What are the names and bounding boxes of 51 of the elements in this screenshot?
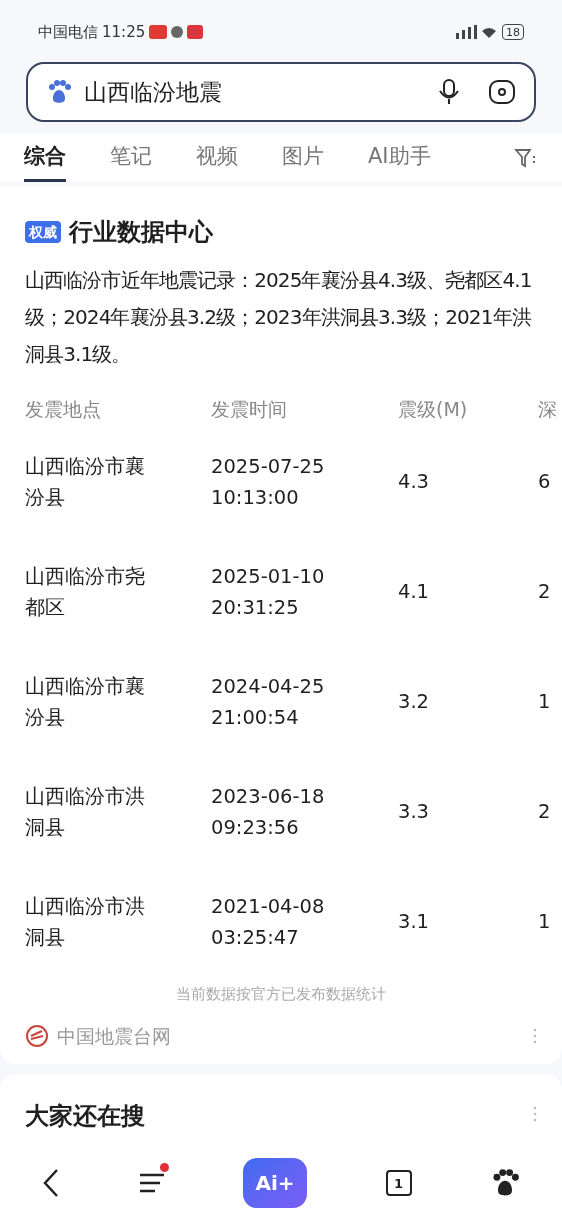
tab[interactable]: 综合	[24, 134, 66, 182]
table-cell-text: 3.2	[398, 689, 430, 716]
table-cell-text: 2023-06-18 09:23:56	[211, 784, 326, 841]
table-cell-text: 2025-07-25 10:13:00	[211, 454, 326, 511]
table-cell-text: 2021-04-08 03:25:47	[211, 894, 326, 951]
camera-icon[interactable]	[488, 78, 516, 106]
carrier-text: 中国电信	[38, 21, 98, 43]
table-cell-text: 1	[538, 909, 552, 936]
battery-level-text: 18	[506, 26, 520, 38]
column-header: 深	[538, 396, 558, 422]
table-cell-text: 山西临汾市尧都区	[25, 564, 146, 621]
search-field[interactable]: 山西临汾地震	[26, 62, 536, 122]
tab[interactable]: 图片	[282, 134, 324, 182]
table-cell-text: 3.1	[398, 909, 430, 936]
column-header: 震级(M)	[398, 396, 469, 422]
table-cell-text: 山西临汾市洪洞县	[25, 894, 146, 951]
search-query-text: 山西临汾地震	[84, 77, 223, 107]
card-title: 行业数据中心	[69, 217, 213, 248]
paw-icon	[46, 79, 72, 105]
authority-badge: 权威	[25, 221, 61, 243]
back-icon[interactable]	[42, 1168, 60, 1198]
microphone-icon[interactable]	[438, 78, 460, 106]
tab[interactable]: AI助手	[368, 134, 431, 182]
table-cell-text: 2024-04-25 21:00:54	[211, 674, 326, 731]
table-cell-text: 山西临汾市襄汾县	[25, 454, 146, 511]
table-cell-text: 6	[538, 469, 552, 496]
table-cell-text: 1	[538, 689, 552, 716]
tab-count-button[interactable]: 1	[385, 1170, 412, 1196]
table-cell-text: 3.3	[398, 799, 430, 826]
table-cell-text: 4.1	[398, 579, 430, 606]
menu-icon[interactable]	[138, 1171, 165, 1195]
filter-icon[interactable]	[514, 147, 538, 169]
tab[interactable]: 笔记	[110, 134, 152, 182]
table-cell-text: 4.3	[398, 469, 430, 496]
column-header: 发震时间	[211, 396, 288, 422]
column-header: 发震地点	[25, 396, 102, 422]
table-cell-text: 山西临汾市襄汾县	[25, 674, 146, 731]
signal-icon	[456, 25, 496, 39]
table-cell-text: 山西临汾市洪洞县	[25, 784, 146, 841]
tab[interactable]: 视频	[196, 134, 238, 182]
footnote-text: 当前数据按官方已发布数据统计	[175, 984, 387, 1005]
section-title: 大家还在搜	[25, 1101, 146, 1132]
source-logo-icon	[25, 1023, 49, 1048]
summary-text: 山西临汾市近年地震记录：2025年襄汾县4.3级、尧都区4.1级；2024年襄汾县3.2级；2023年洪洞县3.3级；2021年洪洞县3.1级。	[25, 267, 533, 368]
source-text: 中国地震台网	[57, 1023, 172, 1049]
table-cell-text: 2	[538, 579, 552, 606]
paw-icon[interactable]	[490, 1168, 520, 1198]
table-cell-text: 2	[538, 799, 552, 826]
ai-button[interactable]: Ai+	[243, 1158, 307, 1208]
table-cell-text: 2025-01-10 20:31:25	[211, 564, 326, 621]
clock-text: 11:25	[102, 21, 146, 43]
